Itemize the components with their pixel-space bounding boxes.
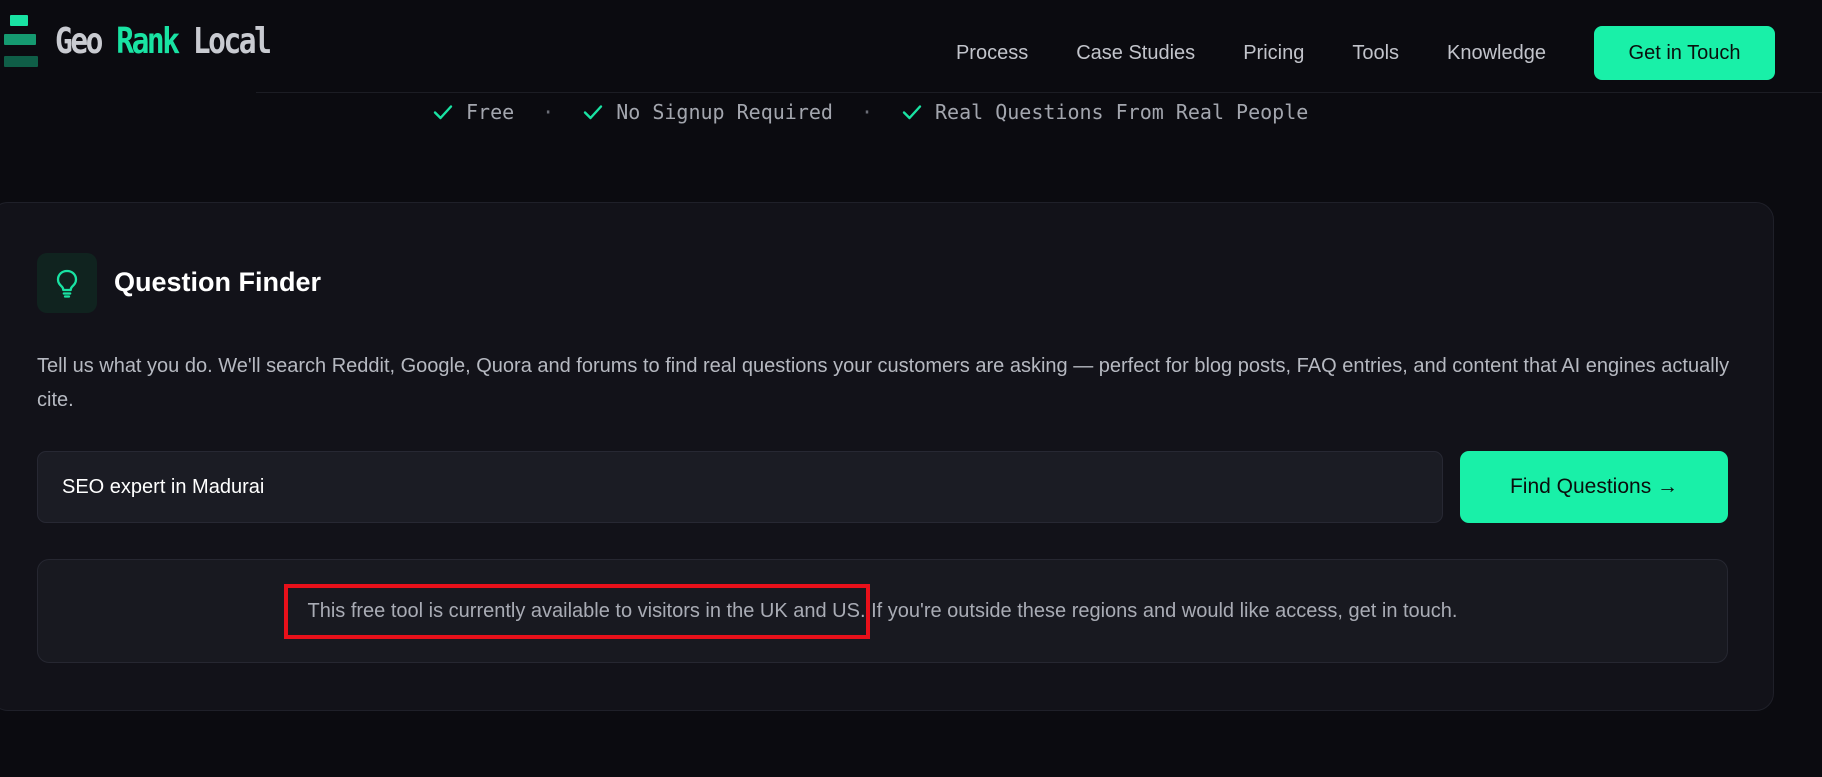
nav-item-case-studies[interactable]: Case Studies [1076, 42, 1195, 65]
logo-mark-icon [0, 10, 40, 72]
feature-separator: · [860, 100, 874, 124]
header-divider [256, 92, 1822, 93]
feature-free: Free [466, 100, 515, 124]
check-icon [433, 105, 453, 120]
feature-list: Free · No Signup Required · Real Questio… [432, 100, 1308, 124]
business-search-input[interactable] [37, 451, 1443, 523]
nav-item-process[interactable]: Process [956, 42, 1028, 65]
check-icon [584, 105, 603, 120]
site-header: Geo Rank Local Process Case Studies Pric… [0, 0, 1822, 93]
check-icon [902, 105, 922, 120]
feature-real-questions: Real Questions From Real People [935, 100, 1309, 124]
main-nav: Process Case Studies Pricing Tools Knowl… [956, 26, 1822, 80]
lightbulb-icon [37, 253, 97, 313]
feature-no-signup: No Signup Required [616, 100, 833, 124]
logo-word-rank: Rank [116, 20, 180, 62]
logo-word-geo: Geo [55, 20, 103, 62]
question-finder-card: Question Finder Tell us what you do. We'… [0, 202, 1774, 711]
card-description: Tell us what you do. We'll search Reddit… [37, 355, 1730, 411]
logo-text: Geo Rank Local [55, 20, 272, 62]
logo[interactable]: Geo Rank Local [0, 10, 316, 72]
region-notice-highlighted-text: This free tool is currently available to… [283, 583, 870, 639]
logo-word-local: Local [192, 20, 272, 62]
feature-separator: · [542, 100, 555, 124]
find-questions-button[interactable]: Find Questions → [1460, 451, 1728, 523]
card-title: Question Finder [114, 267, 322, 297]
region-notice: This free tool is currently available to… [37, 559, 1728, 663]
get-in-touch-button[interactable]: Get in Touch [1594, 26, 1775, 80]
page: Geo Rank Local Process Case Studies Pric… [0, 0, 1822, 777]
nav-item-tools[interactable]: Tools [1352, 42, 1399, 65]
region-notice-rest-text: If you're outside these regions and woul… [865, 599, 1458, 622]
nav-item-knowledge[interactable]: Knowledge [1447, 42, 1546, 65]
nav-item-pricing[interactable]: Pricing [1243, 42, 1304, 65]
